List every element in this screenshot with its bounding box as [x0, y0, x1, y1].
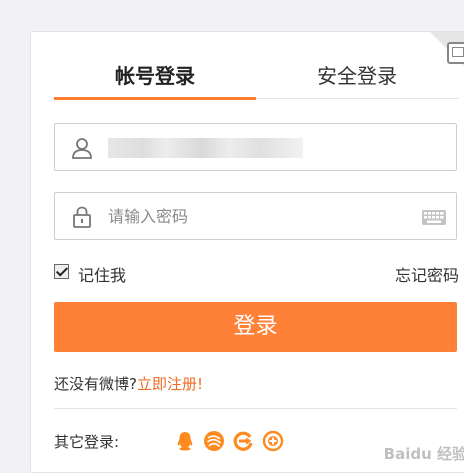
login-card: 帐号登录 安全登录 记住我 忘记密码 登录 还没有微博?立即注册! 其它登录: … [30, 31, 464, 473]
keyboard-icon[interactable] [422, 210, 446, 225]
qq-icon[interactable] [174, 430, 196, 452]
divider [54, 408, 457, 409]
username-field[interactable] [54, 123, 457, 171]
login-button[interactable]: 登录 [54, 302, 457, 352]
register-prompt: 还没有微博? [54, 375, 137, 393]
tianyi-icon[interactable] [232, 430, 254, 452]
forgot-password-link[interactable]: 忘记密码 [395, 262, 459, 286]
other-login-label: 其它登录: [54, 433, 120, 451]
user-icon [72, 138, 92, 159]
plus-circle-icon[interactable] [262, 430, 284, 452]
register-row: 还没有微博?立即注册! [54, 373, 203, 394]
remember-label[interactable]: 记住我 [78, 262, 126, 286]
password-input[interactable] [108, 193, 418, 239]
remember-row: 记住我 忘记密码 [54, 260, 459, 286]
password-field[interactable] [54, 192, 457, 240]
weibo-circle-icon[interactable] [203, 430, 225, 452]
login-tabs: 帐号登录 安全登录 [54, 32, 459, 100]
register-link[interactable]: 立即注册! [137, 375, 203, 393]
tab-secure-login[interactable]: 安全登录 [256, 60, 458, 89]
lock-icon [73, 206, 91, 228]
remember-checkbox[interactable] [54, 264, 69, 279]
watermark: Baidu 经验 [383, 445, 464, 463]
username-input[interactable] [108, 124, 418, 170]
active-tab-underline [54, 97, 256, 100]
tab-account-login[interactable]: 帐号登录 [54, 60, 256, 89]
